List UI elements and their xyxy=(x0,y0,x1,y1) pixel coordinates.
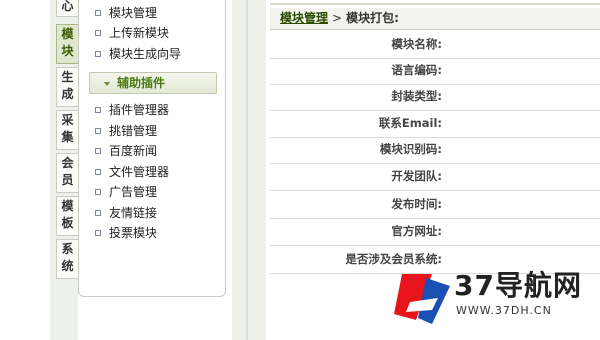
menu-item-vote-module[interactable]: 投票模块 xyxy=(95,223,157,243)
bullet-icon xyxy=(95,168,101,175)
menu-item-friend-links[interactable]: 友情链接 xyxy=(95,203,157,223)
form-label: 模块识别码: xyxy=(379,142,442,156)
chevron-down-icon xyxy=(104,81,110,86)
side-tab-system[interactable]: 系 统 xyxy=(56,239,78,279)
logo-icon xyxy=(394,274,450,324)
form-label: 封装类型: xyxy=(391,89,442,103)
bullet-icon xyxy=(95,209,101,216)
watermark-logo: 37导航网 WWW.37DH.CN xyxy=(392,262,600,340)
form-label: 官方网址: xyxy=(391,224,442,238)
menu-item-module-wizard[interactable]: 模块生成向导 xyxy=(95,44,181,64)
module-menu-panel: 模块管理 上传新模块 模块生成向导 辅助插件 插件管理器 挑错管理 百度新闻 文… xyxy=(78,0,226,297)
side-tab-char: 心 xyxy=(61,0,74,13)
bullet-icon xyxy=(95,50,101,57)
form-label: 语言编码: xyxy=(391,63,442,77)
form-label: 联系Email: xyxy=(378,116,442,130)
bullet-icon xyxy=(95,29,101,36)
bullet-icon xyxy=(95,106,101,113)
side-tab-char: 集 xyxy=(61,130,74,144)
side-tab-char: 系 xyxy=(61,242,74,256)
side-tab-char: 统 xyxy=(61,259,74,273)
bullet-icon xyxy=(95,147,101,154)
menu-item-label: 友情链接 xyxy=(109,206,158,220)
form-row-contact-email: 联系Email: xyxy=(270,111,600,138)
divider xyxy=(246,0,248,340)
watermark-url: WWW.37DH.CN xyxy=(456,304,552,317)
menu-item-label: 模块生成向导 xyxy=(109,47,182,61)
panel-gutter xyxy=(232,0,266,340)
form-label: 模块名称: xyxy=(391,37,442,51)
section-header-plugins[interactable]: 辅助插件 xyxy=(89,72,217,94)
side-tab-char: 模 xyxy=(61,199,74,213)
form-row-release-time: 发布时间: xyxy=(270,191,600,219)
menu-item-label: 文件管理器 xyxy=(109,165,170,179)
form-row-module-name: 模块名称: xyxy=(270,30,600,59)
menu-item-label: 百度新闻 xyxy=(109,144,158,158)
watermark-text: 37导航网 xyxy=(454,269,582,302)
breadcrumb-separator: > xyxy=(332,11,343,25)
breadcrumb: 模块管理 > 模块打包: xyxy=(270,8,600,30)
side-tab-char: 会 xyxy=(61,156,74,170)
menu-item-label: 模块管理 xyxy=(109,6,158,20)
side-tab-char: 模 xyxy=(61,27,74,41)
menu-item-file-manager[interactable]: 文件管理器 xyxy=(95,162,169,182)
menu-item-plugin-manager[interactable]: 插件管理器 xyxy=(95,100,169,120)
side-tab-char: 板 xyxy=(61,216,74,230)
menu-item-module-manage[interactable]: 模块管理 xyxy=(95,3,157,23)
side-tab-char: 成 xyxy=(61,87,74,101)
bullet-icon xyxy=(95,127,101,134)
menu-item-baidu-news[interactable]: 百度新闻 xyxy=(95,141,157,161)
menu-item-label: 挑错管理 xyxy=(109,124,158,138)
side-tab-char: 块 xyxy=(61,44,74,58)
bullet-icon xyxy=(95,229,101,236)
menu-item-label: 投票模块 xyxy=(109,226,158,240)
form-row-lang-encoding: 语言编码: xyxy=(270,59,600,85)
menu-item-ad-manage[interactable]: 广告管理 xyxy=(95,182,157,202)
side-tab-collect[interactable]: 采 集 xyxy=(56,110,78,150)
side-tab-generate[interactable]: 生 成 xyxy=(56,67,78,107)
menu-item-label: 插件管理器 xyxy=(109,103,170,117)
side-tab-char: 生 xyxy=(61,70,74,84)
form-row-dev-team: 开发团队: xyxy=(270,164,600,191)
form-row-official-site: 官方网址: xyxy=(270,219,600,246)
left-margin xyxy=(0,0,50,340)
form-row-package-type: 封装类型: xyxy=(270,85,600,111)
bullet-icon xyxy=(95,188,101,195)
side-tab-template[interactable]: 模 板 xyxy=(56,196,78,236)
bullet-icon xyxy=(95,9,101,16)
section-title: 辅助插件 xyxy=(117,76,166,90)
form-row-module-id: 模块识别码: xyxy=(270,138,600,164)
menu-item-error-manage[interactable]: 挑错管理 xyxy=(95,121,157,141)
breadcrumb-current: 模块打包: xyxy=(346,11,399,25)
breadcrumb-link-module-manage[interactable]: 模块管理 xyxy=(280,11,328,25)
menu-item-label: 广告管理 xyxy=(109,185,158,199)
side-tab-char: 员 xyxy=(61,173,74,187)
side-tab-module[interactable]: 模 块 xyxy=(56,24,78,64)
side-tab-core[interactable]: 心 xyxy=(56,0,78,17)
form-label: 发布时间: xyxy=(391,197,442,211)
divider xyxy=(270,3,600,5)
side-tab-member[interactable]: 会 员 xyxy=(56,153,78,193)
menu-item-upload-module[interactable]: 上传新模块 xyxy=(95,23,169,43)
menu-item-label: 上传新模块 xyxy=(109,26,170,40)
form-label: 开发团队: xyxy=(391,169,442,183)
side-tab-char: 采 xyxy=(61,113,74,127)
